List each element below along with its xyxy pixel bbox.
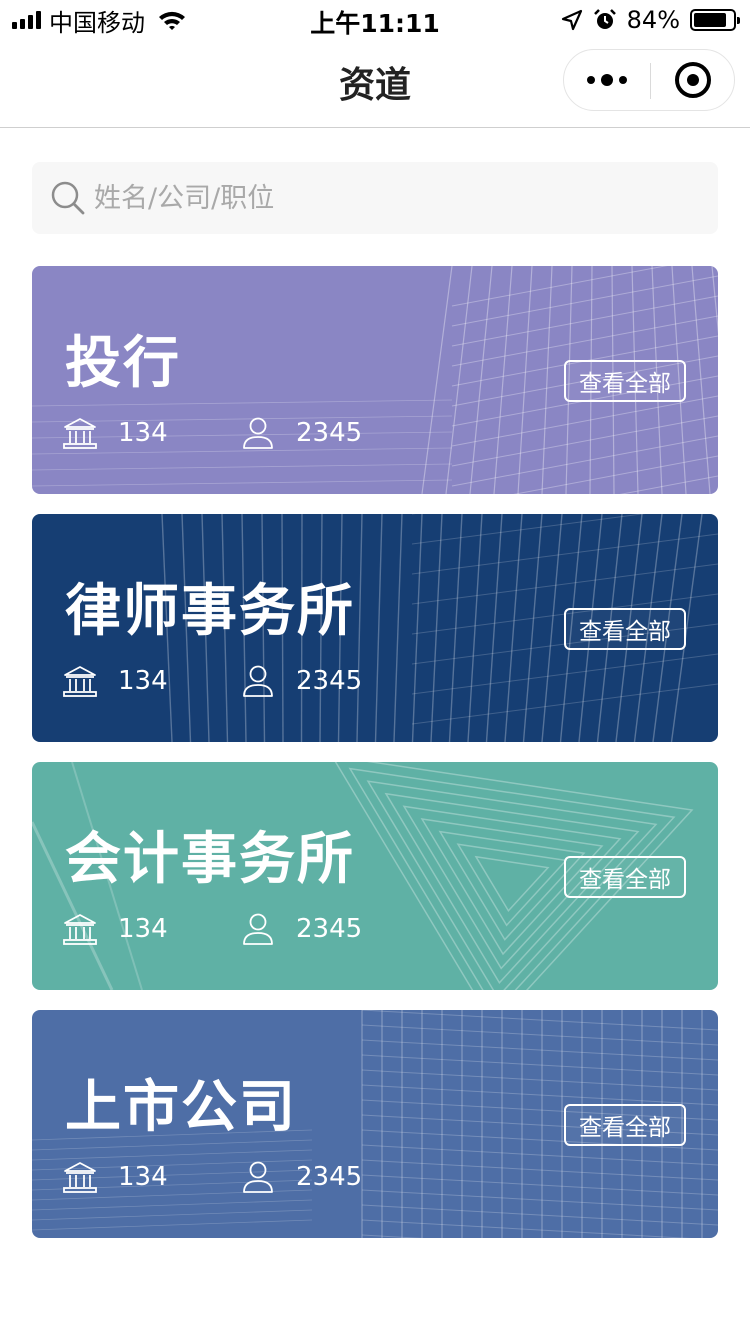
card-title: 会计事务所 [65, 827, 355, 892]
org-count-stat: 134 [62, 664, 168, 698]
miniprogram-capsule [563, 49, 735, 111]
status-bar-right: 84% [561, 6, 740, 34]
category-card-1[interactable]: 投行 查看全部 134 2345 [32, 266, 718, 494]
bank-icon [63, 666, 97, 697]
people-count-stat: 2345 [240, 416, 362, 450]
category-card-3[interactable]: 会计事务所 查看全部 134 2345 [32, 762, 718, 990]
person-icon [243, 665, 273, 697]
people-count: 2345 [296, 1162, 363, 1192]
view-all-button[interactable]: 查看全部 [564, 856, 686, 898]
view-all-button[interactable]: 查看全部 [564, 1104, 686, 1146]
category-card-2[interactable]: 律师事务所 查看全部 134 2345 [32, 514, 718, 742]
org-count: 134 [118, 1162, 168, 1192]
org-count-stat: 134 [62, 1160, 168, 1194]
search-bar[interactable] [32, 162, 718, 234]
org-count-stat: 134 [62, 912, 168, 946]
card-title: 律师事务所 [65, 579, 355, 644]
target-icon [675, 62, 711, 98]
people-count: 2345 [296, 418, 363, 448]
navigation-bar: 资道 [0, 40, 750, 128]
view-all-button[interactable]: 查看全部 [564, 608, 686, 650]
battery-icon [690, 9, 740, 31]
card-title: 上市公司 [65, 1075, 297, 1140]
person-icon [243, 1161, 273, 1193]
card-title: 投行 [65, 331, 181, 396]
search-icon [51, 181, 85, 215]
battery-percent: 84% [626, 6, 680, 34]
people-count-stat: 2345 [240, 1160, 362, 1194]
people-count: 2345 [296, 914, 363, 944]
person-icon [243, 913, 273, 945]
people-count-stat: 2345 [240, 912, 362, 946]
person-icon [243, 417, 273, 449]
battery-fill [694, 13, 726, 27]
bank-icon [63, 1162, 97, 1193]
close-button[interactable] [651, 50, 735, 110]
alarm-icon [593, 9, 616, 29]
more-icon[interactable] [564, 50, 650, 110]
org-count: 134 [118, 666, 168, 696]
org-count-stat: 134 [62, 416, 168, 450]
bank-icon [63, 418, 97, 449]
view-all-button[interactable]: 查看全部 [564, 360, 686, 402]
bank-icon [63, 914, 97, 945]
people-count: 2345 [296, 666, 363, 696]
category-card-4[interactable]: 上市公司 查看全部 134 2345 [32, 1010, 718, 1238]
search-input[interactable] [94, 162, 694, 234]
status-bar: 中国移动 上午11:11 84% [0, 0, 750, 40]
location-icon [561, 9, 582, 31]
org-count: 134 [118, 418, 168, 448]
org-count: 134 [118, 914, 168, 944]
people-count-stat: 2345 [240, 664, 362, 698]
